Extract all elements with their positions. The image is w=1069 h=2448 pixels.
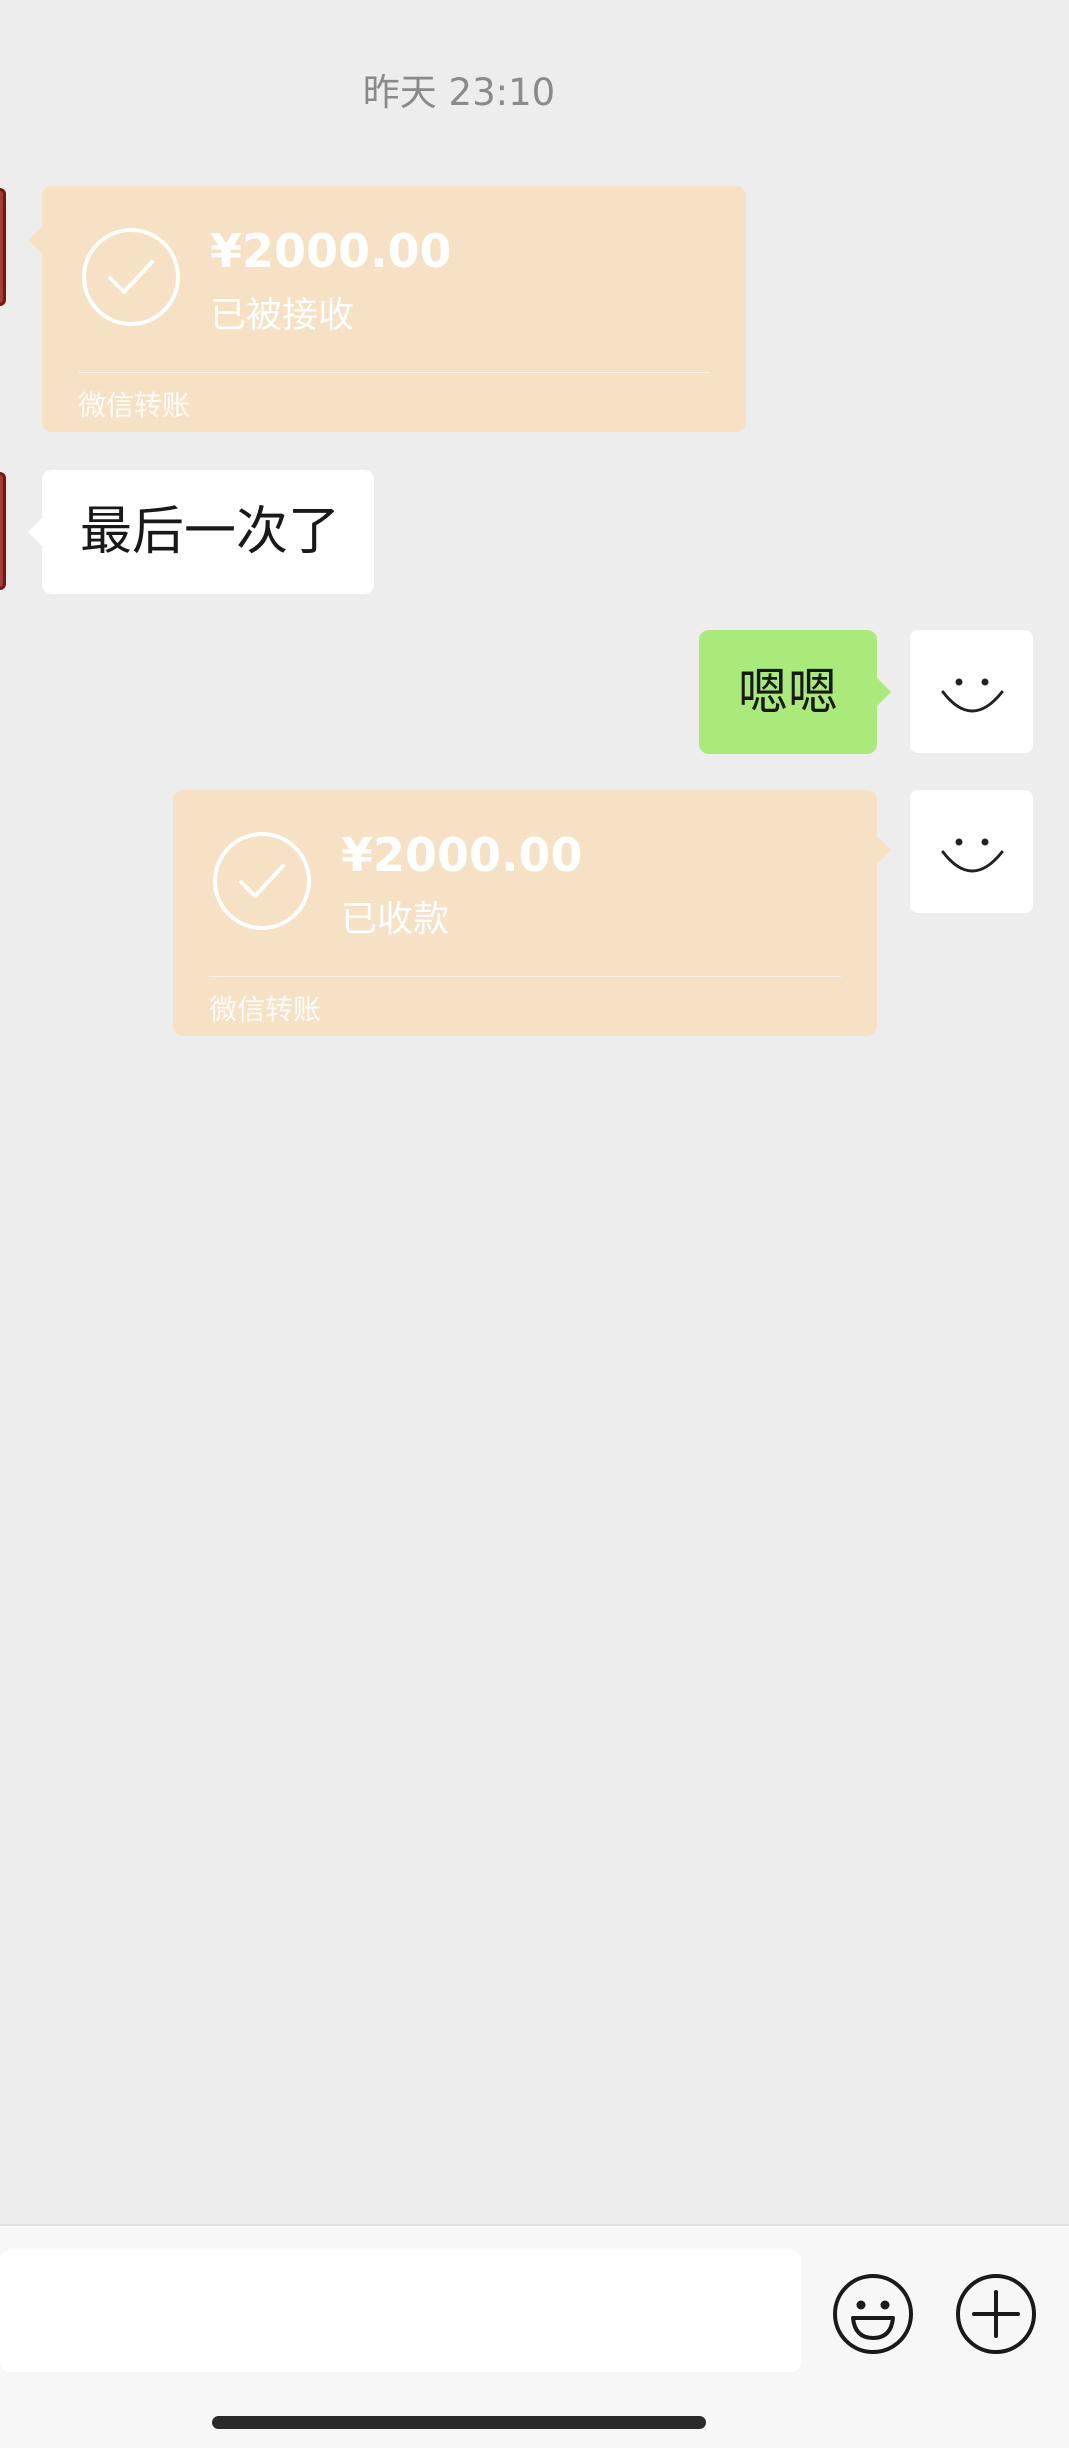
smiley-face-icon bbox=[941, 678, 1004, 713]
contact-avatar[interactable] bbox=[0, 472, 6, 590]
transfer-footer: 微信转账 bbox=[78, 389, 191, 422]
message-bubble-sent[interactable]: 嗯嗯 bbox=[699, 630, 891, 754]
plus-icon[interactable] bbox=[954, 2272, 1038, 2356]
my-avatar[interactable] bbox=[910, 790, 1033, 913]
message-bubble-received[interactable]: 最后一次了 bbox=[28, 470, 374, 594]
home-indicator[interactable] bbox=[212, 2416, 706, 2429]
transfer-status: 已收款 bbox=[341, 899, 450, 940]
smiley-face-icon bbox=[941, 838, 1004, 873]
contact-avatar[interactable] bbox=[0, 188, 6, 306]
bubble-tail bbox=[877, 836, 891, 864]
bubble-tail bbox=[28, 518, 42, 546]
card-divider bbox=[78, 372, 710, 373]
transfer-amount: ¥2000.00 bbox=[210, 224, 452, 278]
transfer-card-sent[interactable]: ¥2000.00 已收款 微信转账 bbox=[173, 790, 891, 1036]
message-timestamp: 昨天 23:10 bbox=[362, 71, 556, 114]
card-divider bbox=[209, 976, 841, 977]
message-text: 最后一次了 bbox=[80, 502, 341, 562]
check-circle-icon bbox=[82, 228, 180, 326]
message-text: 嗯嗯 bbox=[738, 663, 838, 721]
my-avatar[interactable] bbox=[910, 630, 1033, 753]
transfer-amount: ¥2000.00 bbox=[341, 828, 583, 882]
emoji-icon[interactable] bbox=[831, 2272, 915, 2356]
bubble-tail bbox=[28, 226, 42, 254]
message-input[interactable] bbox=[0, 2250, 801, 2372]
transfer-card-received[interactable]: ¥2000.00 已被接收 微信转账 bbox=[28, 186, 746, 432]
input-bar bbox=[0, 2224, 1069, 2448]
bubble-tail bbox=[877, 678, 891, 706]
transfer-footer: 微信转账 bbox=[209, 993, 322, 1026]
transfer-status: 已被接收 bbox=[210, 295, 355, 336]
check-circle-icon bbox=[213, 832, 311, 930]
